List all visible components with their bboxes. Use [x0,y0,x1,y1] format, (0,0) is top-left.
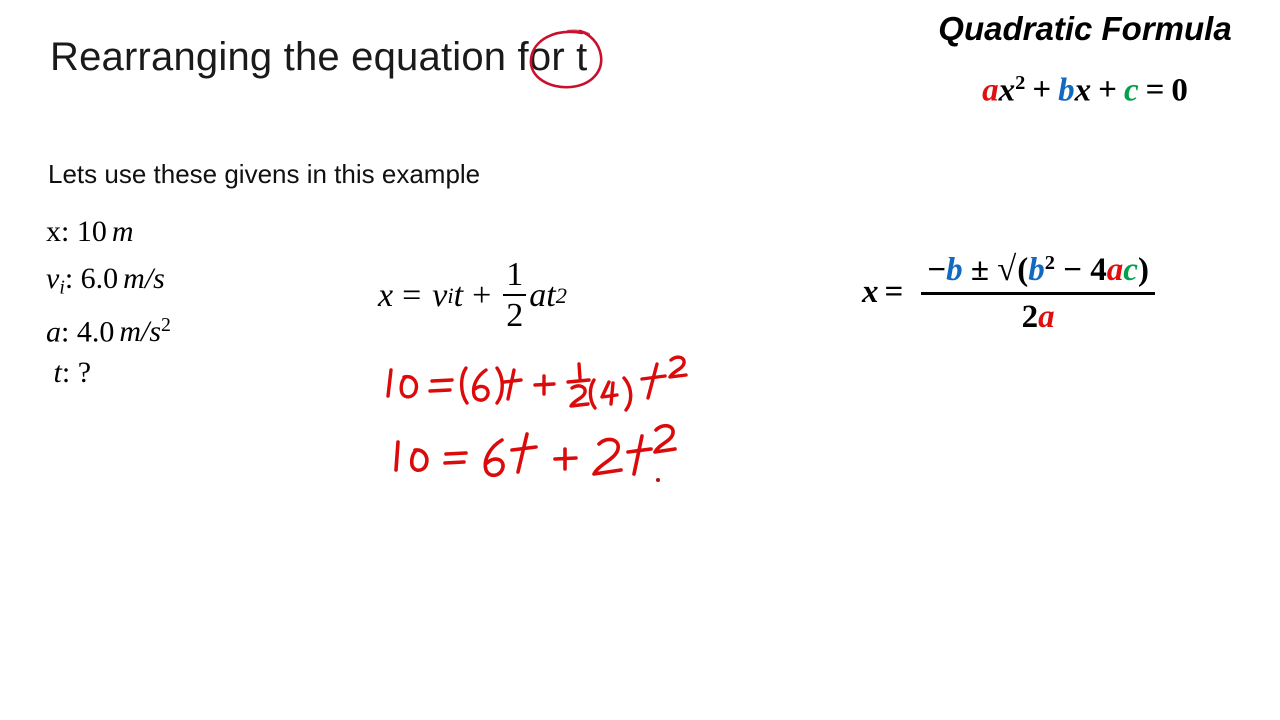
coefficient-a: a [1106,252,1124,288]
kinematic-half-fraction: 1 2 [503,256,527,334]
given-symbol: a [46,315,61,349]
b-exponent: 2 [1044,251,1055,274]
fraction-numerator: 1 [506,256,524,293]
givens-intro-text: Lets use these givens in this example [48,159,481,189]
handwritten-work-line-1 [386,355,688,412]
given-symbol: x [46,215,61,248]
given-value: ? [77,356,92,389]
formula-denominator: 2a [921,295,1155,336]
kinematic-vi: v [432,276,448,314]
list-item: x: 10 m [46,208,171,255]
coefficient-b: b [946,252,963,288]
kinematic-at: at [529,276,556,314]
slide-canvas: Rearranging the equation for t Lets use … [0,0,1280,720]
fraction-denominator: 2 [506,297,524,334]
four-coefficient: 4 [1090,252,1107,288]
handwritten-work-line-2 [394,423,677,478]
given-unit: m/s [119,315,162,349]
given-separator: : [64,262,74,295]
coefficient-b-squared: b [1028,252,1045,288]
variable-x: x [998,72,1016,109]
coefficient-a: a [982,72,999,109]
coefficient-c: c [1123,72,1139,109]
coefficient-a: a [1038,298,1055,335]
given-symbol: t [53,356,62,389]
kinematic-t: t [453,276,464,314]
fraction-bar [503,294,527,296]
list-item: t: ? [46,349,171,396]
givens-list: x: 10 m vi: 6.0 m/s a: 4.0 m/s2 t: ? [46,208,171,396]
square-root-icon: √ [997,250,1017,289]
radical-sign: √ [997,250,1017,288]
close-paren: ) [1137,252,1149,288]
list-item: vi: 6.0 m/s [46,255,171,302]
given-value: 4.0 [76,315,115,349]
kinematic-plus: + [472,276,492,314]
plus-minus-operator: ± [970,252,989,288]
kinematic-equals: = [402,276,422,314]
given-value: 6.0 [80,262,119,295]
plus-operator: + [1098,72,1117,109]
plus-operator: + [1032,72,1052,109]
quadratic-formula-heading: Quadratic Formula [938,10,1232,47]
page-title: Rearranging the equation for t [50,35,588,79]
coefficient-c: c [1123,252,1138,288]
given-unit: m [111,215,134,248]
kinematic-equation: x = vit + 1 2 at 2 [378,258,567,333]
given-unit: m/s [123,262,165,295]
given-separator: : [61,315,70,349]
minus-operator: − [927,252,947,288]
formula-fraction: −b ± √ (b2 − 4ac) 2a [921,250,1155,336]
given-symbol: v [46,262,60,295]
open-paren: ( [1017,252,1029,288]
minus-operator: − [1063,252,1083,288]
formula-equals: = [884,274,904,311]
variable-x: x [1074,72,1092,109]
handwriting-ink-dot [656,478,660,482]
formula-lhs-x: x [862,274,879,311]
quadratic-standard-form: ax2 + bx + c = 0 [905,72,1265,109]
given-unit-exponent: 2 [161,314,171,336]
given-value: 10 [76,215,107,248]
list-item: a: 4.0 m/s2 [46,302,171,349]
given-separator: : [61,215,70,248]
kinematic-lhs: x [378,276,394,314]
x-exponent: 2 [1015,72,1026,94]
coefficient-b: b [1058,72,1075,109]
kinematic-at-exponent: 2 [555,282,567,308]
two-coefficient: 2 [1021,298,1039,335]
zero-value: 0 [1171,72,1188,109]
equals-operator: = [1145,72,1165,109]
given-separator: : [61,356,71,389]
quadratic-formula-expression: x = −b ± √ (b2 − 4ac) 2a [862,250,1155,336]
formula-numerator: −b ± √ (b2 − 4ac) [921,250,1155,292]
